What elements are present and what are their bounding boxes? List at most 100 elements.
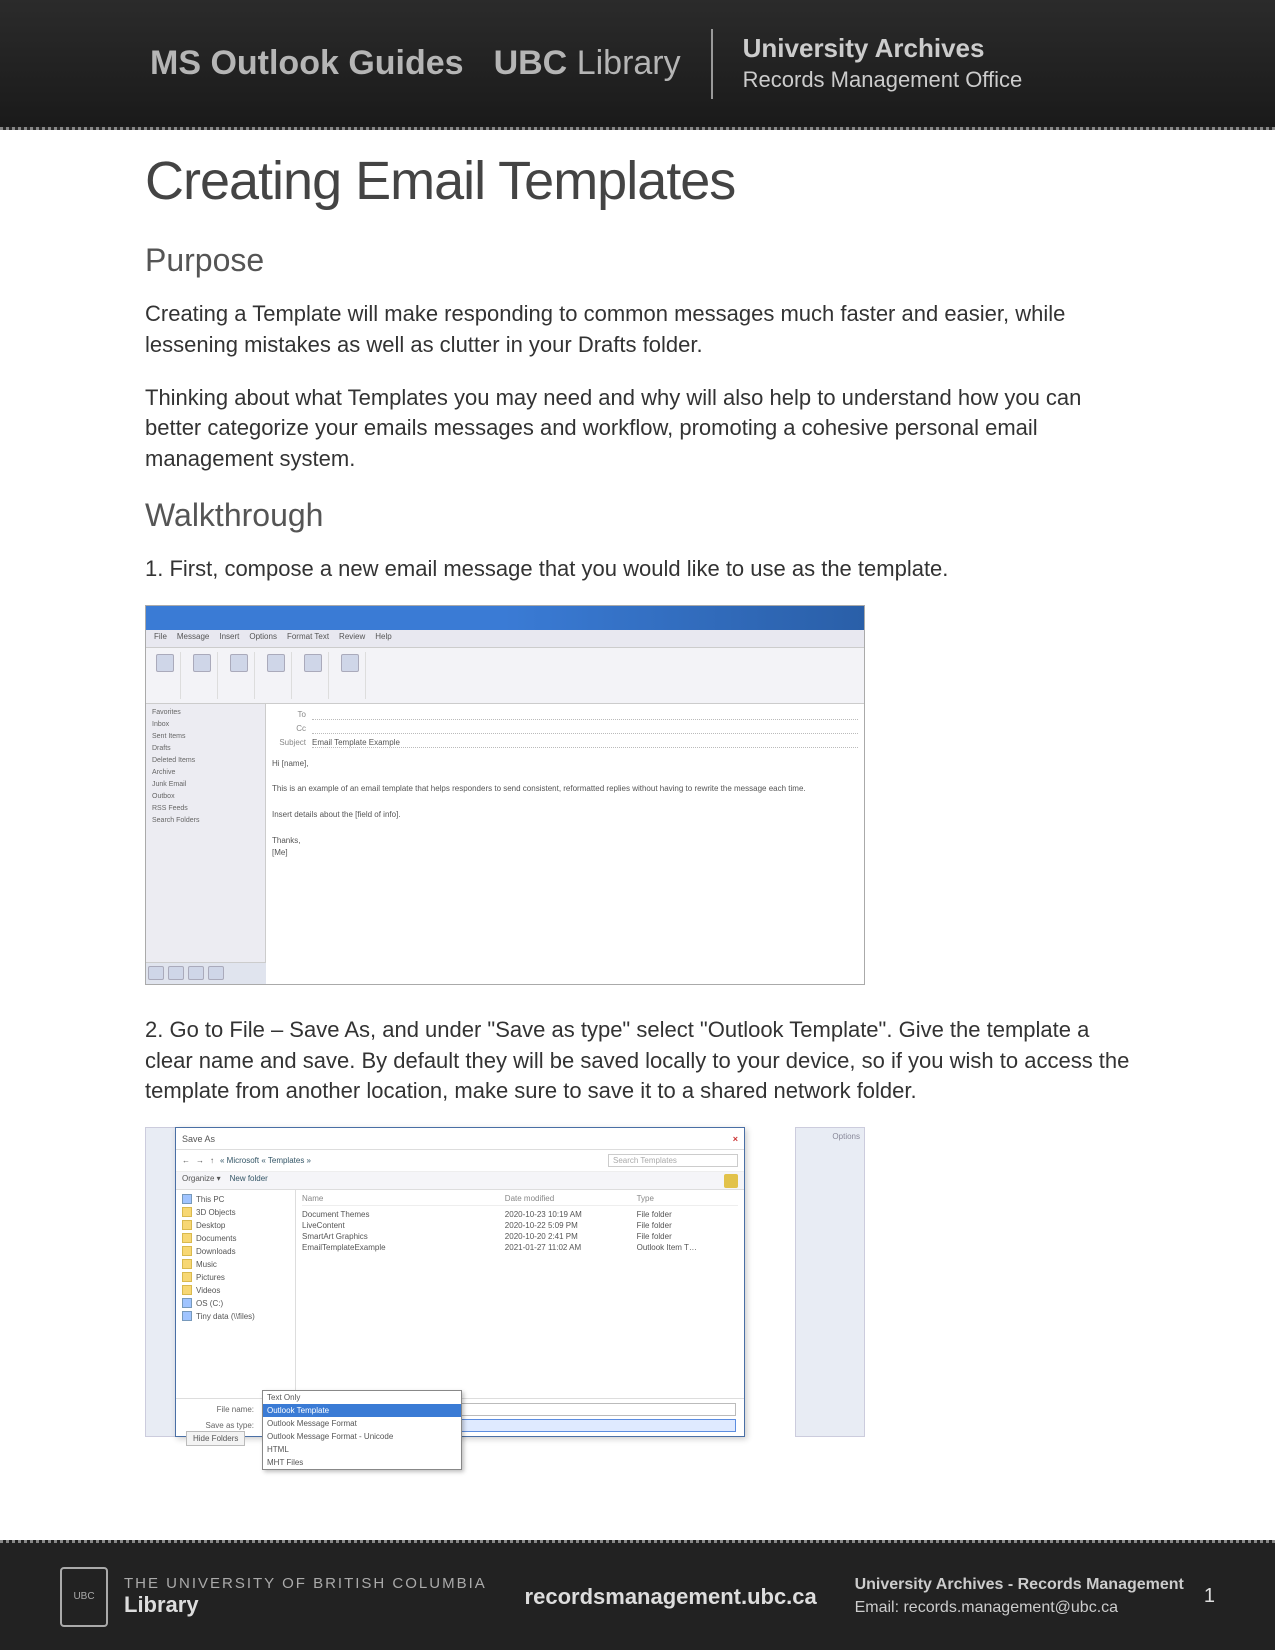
file-row[interactable]: LiveContent2020-10-22 5:09 PMFile folder (302, 1220, 738, 1231)
footer-email: Email: records.management@ubc.ca (855, 1597, 1184, 1619)
tab-message[interactable]: Message (177, 632, 209, 645)
ribbon-toolbar (146, 648, 864, 704)
msg-line-2: Insert details about the [field of info]… (272, 809, 858, 822)
people-icon[interactable] (188, 966, 204, 980)
tree-item[interactable]: OS (C:) (182, 1298, 289, 1308)
gear-icon[interactable] (724, 1174, 738, 1188)
cc-label: Cc (272, 724, 306, 733)
sidebar-item[interactable]: Junk Email (150, 780, 261, 789)
tab-help[interactable]: Help (375, 632, 391, 645)
tab-options[interactable]: Options (249, 632, 277, 645)
folder-icon (182, 1285, 192, 1295)
tree-item[interactable]: Music (182, 1259, 289, 1269)
close-icon[interactable]: × (733, 1134, 738, 1144)
page-footer: UBC THE UNIVERSITY OF BRITISH COLUMBIA L… (0, 1540, 1275, 1650)
tab-format-text[interactable]: Format Text (287, 632, 329, 645)
hide-folders-button[interactable]: Hide Folders (186, 1431, 245, 1446)
font-icon[interactable] (193, 654, 211, 672)
new-folder-button[interactable]: New folder (230, 1174, 268, 1183)
sidebar-item[interactable]: Archive (150, 768, 261, 777)
col-date[interactable]: Date modified (505, 1194, 637, 1203)
tab-review[interactable]: Review (339, 632, 365, 645)
tree-item[interactable]: Tiny data (\\files) (182, 1311, 289, 1321)
pc-icon (182, 1194, 192, 1204)
cc-input[interactable] (312, 724, 858, 734)
dropdown-option[interactable]: Outlook Message Format (263, 1417, 461, 1430)
filename-label: File name: (184, 1405, 254, 1414)
paste-icon[interactable] (156, 654, 174, 672)
subject-input[interactable]: Email Template Example (312, 738, 858, 748)
dropdown-option[interactable]: MHT Files (263, 1456, 461, 1469)
purpose-paragraph-1: Creating a Template will make responding… (145, 299, 1130, 361)
search-input[interactable]: Search Templates (608, 1154, 738, 1167)
sidebar-item[interactable]: RSS Feeds (150, 804, 261, 813)
signature-icon[interactable] (267, 654, 285, 672)
attach-icon[interactable] (230, 654, 248, 672)
savetype-label: Save as type: (184, 1421, 254, 1430)
save-as-dialog: Save As × ← → ↑ « Microsoft « Templates … (175, 1127, 745, 1437)
back-icon[interactable]: ← (182, 1156, 190, 1165)
calendar-icon[interactable] (168, 966, 184, 980)
step-1-text: 1. First, compose a new email message th… (145, 554, 1130, 585)
header-divider (711, 29, 713, 99)
message-body[interactable]: Hi [name], This is an example of an emai… (272, 758, 858, 860)
tab-insert[interactable]: Insert (219, 632, 239, 645)
tree-item[interactable]: This PC (182, 1194, 289, 1204)
dropdown-option[interactable]: HTML (263, 1443, 461, 1456)
tree-item[interactable]: Videos (182, 1285, 289, 1295)
mail-icon[interactable] (148, 966, 164, 980)
dropdown-option[interactable]: Outlook Message Format - Unicode (263, 1430, 461, 1443)
breadcrumb[interactable]: « Microsoft « Templates » (220, 1156, 311, 1165)
ribbon-tabs: File Message Insert Options Format Text … (146, 630, 864, 648)
dropdown-option[interactable]: Text Only (263, 1391, 461, 1404)
file-list: Name Date modified Type Document Themes2… (296, 1190, 744, 1398)
outlook-compose-screenshot: File Message Insert Options Format Text … (145, 605, 865, 985)
folder-icon (182, 1207, 192, 1217)
tree-item[interactable]: Downloads (182, 1246, 289, 1256)
msg-signoff-1: Thanks, (272, 835, 858, 848)
tree-item[interactable]: Desktop (182, 1220, 289, 1230)
network-drive-icon (182, 1311, 192, 1321)
tree-item[interactable]: 3D Objects (182, 1207, 289, 1217)
folder-icon (182, 1233, 192, 1243)
col-name[interactable]: Name (302, 1194, 505, 1203)
zoom-icon[interactable] (341, 654, 359, 672)
to-label: To (272, 710, 306, 719)
file-row[interactable]: EmailTemplateExample2021-01-27 11:02 AMO… (302, 1242, 738, 1253)
sidebar-item[interactable]: Drafts (150, 744, 261, 753)
compose-pane: To Cc SubjectEmail Template Example Hi [… (266, 704, 864, 984)
tree-item[interactable]: Pictures (182, 1272, 289, 1282)
tags-icon[interactable] (304, 654, 322, 672)
sidebar-item[interactable]: Outbox (150, 792, 261, 801)
msg-signoff-2: [Me] (272, 847, 858, 860)
sidebar-item[interactable]: Search Folders (150, 816, 261, 825)
footer-contact: University Archives - Records Management… (855, 1574, 1184, 1619)
ubc-crest-icon: UBC (60, 1567, 108, 1627)
organize-button[interactable]: Organize ▾ (182, 1174, 221, 1183)
tree-item[interactable]: Documents (182, 1233, 289, 1243)
dropdown-option-selected[interactable]: Outlook Template (263, 1404, 461, 1417)
up-icon[interactable]: ↑ (210, 1156, 214, 1165)
folder-icon (182, 1246, 192, 1256)
footer-university: THE UNIVERSITY OF BRITISH COLUMBIA (124, 1575, 487, 1592)
sidebar-item[interactable]: Sent Items (150, 732, 261, 741)
footer-dept: University Archives - Records Management (855, 1574, 1184, 1596)
section-purpose: Purpose (145, 242, 1130, 279)
header-library: UBC Library (494, 44, 681, 83)
savetype-dropdown: Text Only Outlook Template Outlook Messa… (262, 1390, 462, 1470)
file-row[interactable]: SmartArt Graphics2020-10-20 2:41 PMFile … (302, 1231, 738, 1242)
tasks-icon[interactable] (208, 966, 224, 980)
bg-options-label: Options (832, 1132, 860, 1141)
col-type[interactable]: Type (637, 1194, 738, 1203)
header-ubc: UBC (494, 44, 568, 82)
content-area: Creating Email Templates Purpose Creatin… (0, 130, 1275, 1487)
to-input[interactable] (312, 710, 858, 720)
forward-icon[interactable]: → (196, 1156, 204, 1165)
tab-file[interactable]: File (154, 632, 167, 645)
sidebar-item[interactable]: Deleted Items (150, 756, 261, 765)
page-title: Creating Email Templates (145, 150, 1130, 212)
purpose-paragraph-2: Thinking about what Templates you may ne… (145, 383, 1130, 475)
sidebar-item[interactable]: Favorites (150, 708, 261, 717)
sidebar-item[interactable]: Inbox (150, 720, 261, 729)
file-row[interactable]: Document Themes2020-10-23 10:19 AMFile f… (302, 1209, 738, 1220)
